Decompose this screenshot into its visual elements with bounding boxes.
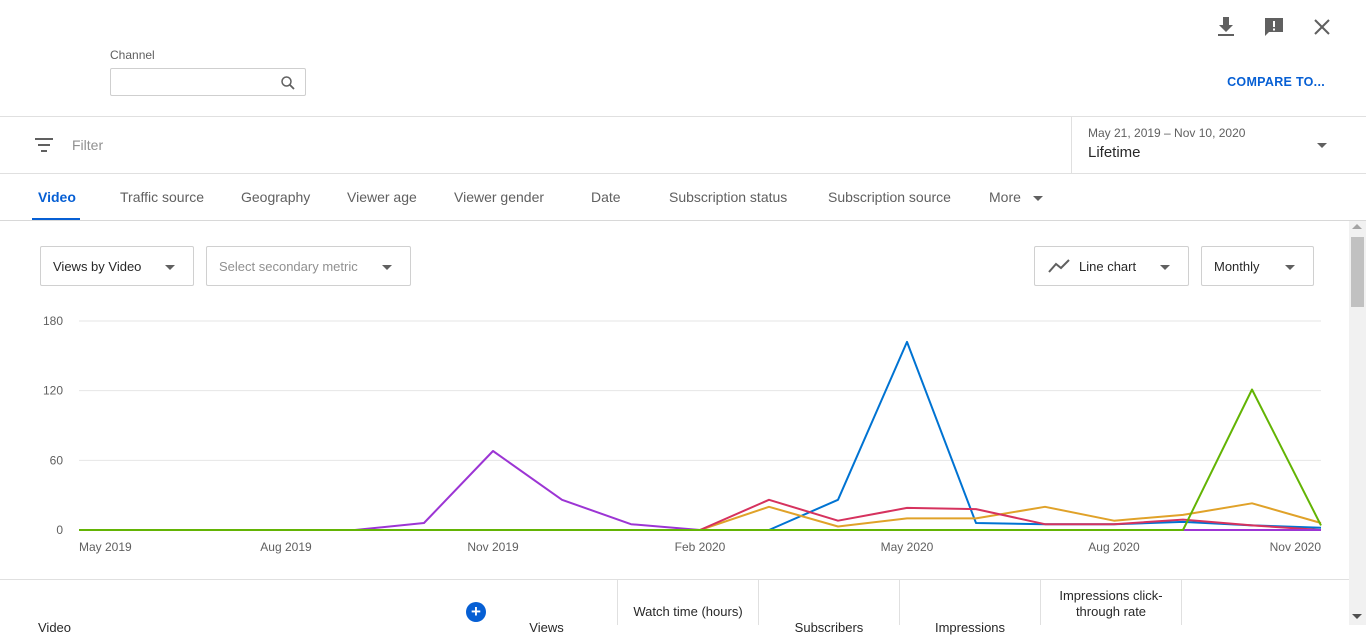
divider (0, 220, 1366, 221)
search-icon[interactable] (279, 74, 297, 92)
tab-viewer-gender[interactable]: Viewer gender (454, 189, 544, 205)
chevron-down-icon (1032, 195, 1043, 201)
tab-more[interactable]: More (989, 189, 1043, 205)
chevron-down-icon (1160, 265, 1170, 270)
chevron-down-icon (1285, 265, 1295, 270)
x-tick-label: Nov 2020 (1270, 540, 1322, 554)
x-tick-label: Nov 2019 (467, 540, 519, 554)
tab-traffic-source[interactable]: Traffic source (120, 189, 204, 205)
y-tick-label: 180 (43, 314, 63, 328)
tab-geography[interactable]: Geography (241, 189, 310, 205)
primary-metric-dropdown[interactable]: Views by Video (40, 246, 194, 286)
table-header-subscribers[interactable]: Subscribers (758, 580, 899, 635)
table-header-impressions[interactable]: Impressions (899, 580, 1040, 635)
table-header-label: Views (529, 620, 564, 635)
primary-metric-label: Views by Video (53, 258, 142, 274)
date-range-text: May 21, 2019 – Nov 10, 2020 (1088, 126, 1246, 140)
x-tick-label: May 2019 (79, 540, 132, 554)
dimension-tabs: Video Traffic source Geography Viewer ag… (0, 174, 1366, 220)
y-tick-label: 0 (56, 523, 63, 537)
chevron-down-icon (1317, 143, 1327, 148)
table-header-label: Subscribers (794, 620, 864, 635)
table-header-impressions-ctr[interactable]: Impressions click-through rate (1040, 580, 1181, 625)
chart-type-dropdown[interactable]: Line chart (1034, 246, 1189, 286)
secondary-metric-dropdown[interactable]: Select secondary metric (206, 246, 411, 286)
table-header-views[interactable]: Views (476, 580, 617, 635)
table-header-watch-time[interactable]: Watch time (hours) (617, 580, 758, 625)
secondary-metric-label: Select secondary metric (219, 258, 358, 274)
table-header-empty (1181, 580, 1349, 625)
y-tick-label: 60 (50, 453, 64, 467)
filter-icon[interactable] (33, 135, 55, 155)
table-header-label: Watch time (hours) (633, 604, 743, 619)
date-preset-text: Lifetime (1088, 144, 1141, 161)
date-range-selector[interactable]: May 21, 2019 – Nov 10, 2020 Lifetime (1071, 117, 1366, 173)
table-header-video[interactable]: Video (0, 580, 476, 635)
series-line (79, 502, 1322, 531)
interval-label: Monthly (1214, 258, 1260, 274)
series-line (79, 388, 1322, 531)
chart-type-label: Line chart (1079, 258, 1137, 274)
tab-more-label: More (989, 189, 1021, 205)
filter-input[interactable]: Filter (72, 137, 103, 153)
x-tick-label: Aug 2020 (1088, 540, 1140, 554)
tab-video[interactable]: Video (38, 189, 76, 205)
channel-search-input[interactable] (110, 68, 306, 96)
line-chart-icon (1048, 259, 1070, 273)
series-line (79, 498, 1322, 531)
table-header-label: Impressions click-through rate (1059, 588, 1163, 619)
channel-label: Channel (110, 48, 155, 62)
close-icon[interactable] (1309, 14, 1335, 40)
tab-subscription-status[interactable]: Subscription status (669, 189, 787, 205)
x-tick-label: Feb 2020 (675, 540, 726, 554)
y-tick-label: 120 (43, 384, 63, 398)
views-line-chart: 0 60 120 180 May 2019 Aug 2019 Nov 2019 Feb 202… (43, 314, 1322, 554)
tab-subscription-source[interactable]: Subscription source (828, 189, 951, 205)
x-tick-label: Aug 2019 (260, 540, 312, 554)
interval-dropdown[interactable]: Monthly (1201, 246, 1314, 286)
scrollbar-thumb[interactable] (1351, 237, 1364, 307)
series-line (79, 340, 1322, 531)
compare-to-button[interactable]: COMPARE TO... (1227, 75, 1325, 89)
scroll-up-icon[interactable] (1352, 224, 1362, 229)
x-tick-label: May 2020 (881, 540, 934, 554)
scroll-down-icon[interactable] (1352, 614, 1362, 619)
feedback-icon[interactable] (1261, 14, 1287, 40)
table-header-label: Video (38, 620, 72, 635)
tab-viewer-age[interactable]: Viewer age (347, 189, 417, 205)
chevron-down-icon (165, 265, 175, 270)
chevron-down-icon (382, 265, 392, 270)
table-header-label: Impressions (934, 620, 1006, 635)
tab-date[interactable]: Date (591, 189, 621, 205)
download-icon[interactable] (1213, 14, 1239, 40)
